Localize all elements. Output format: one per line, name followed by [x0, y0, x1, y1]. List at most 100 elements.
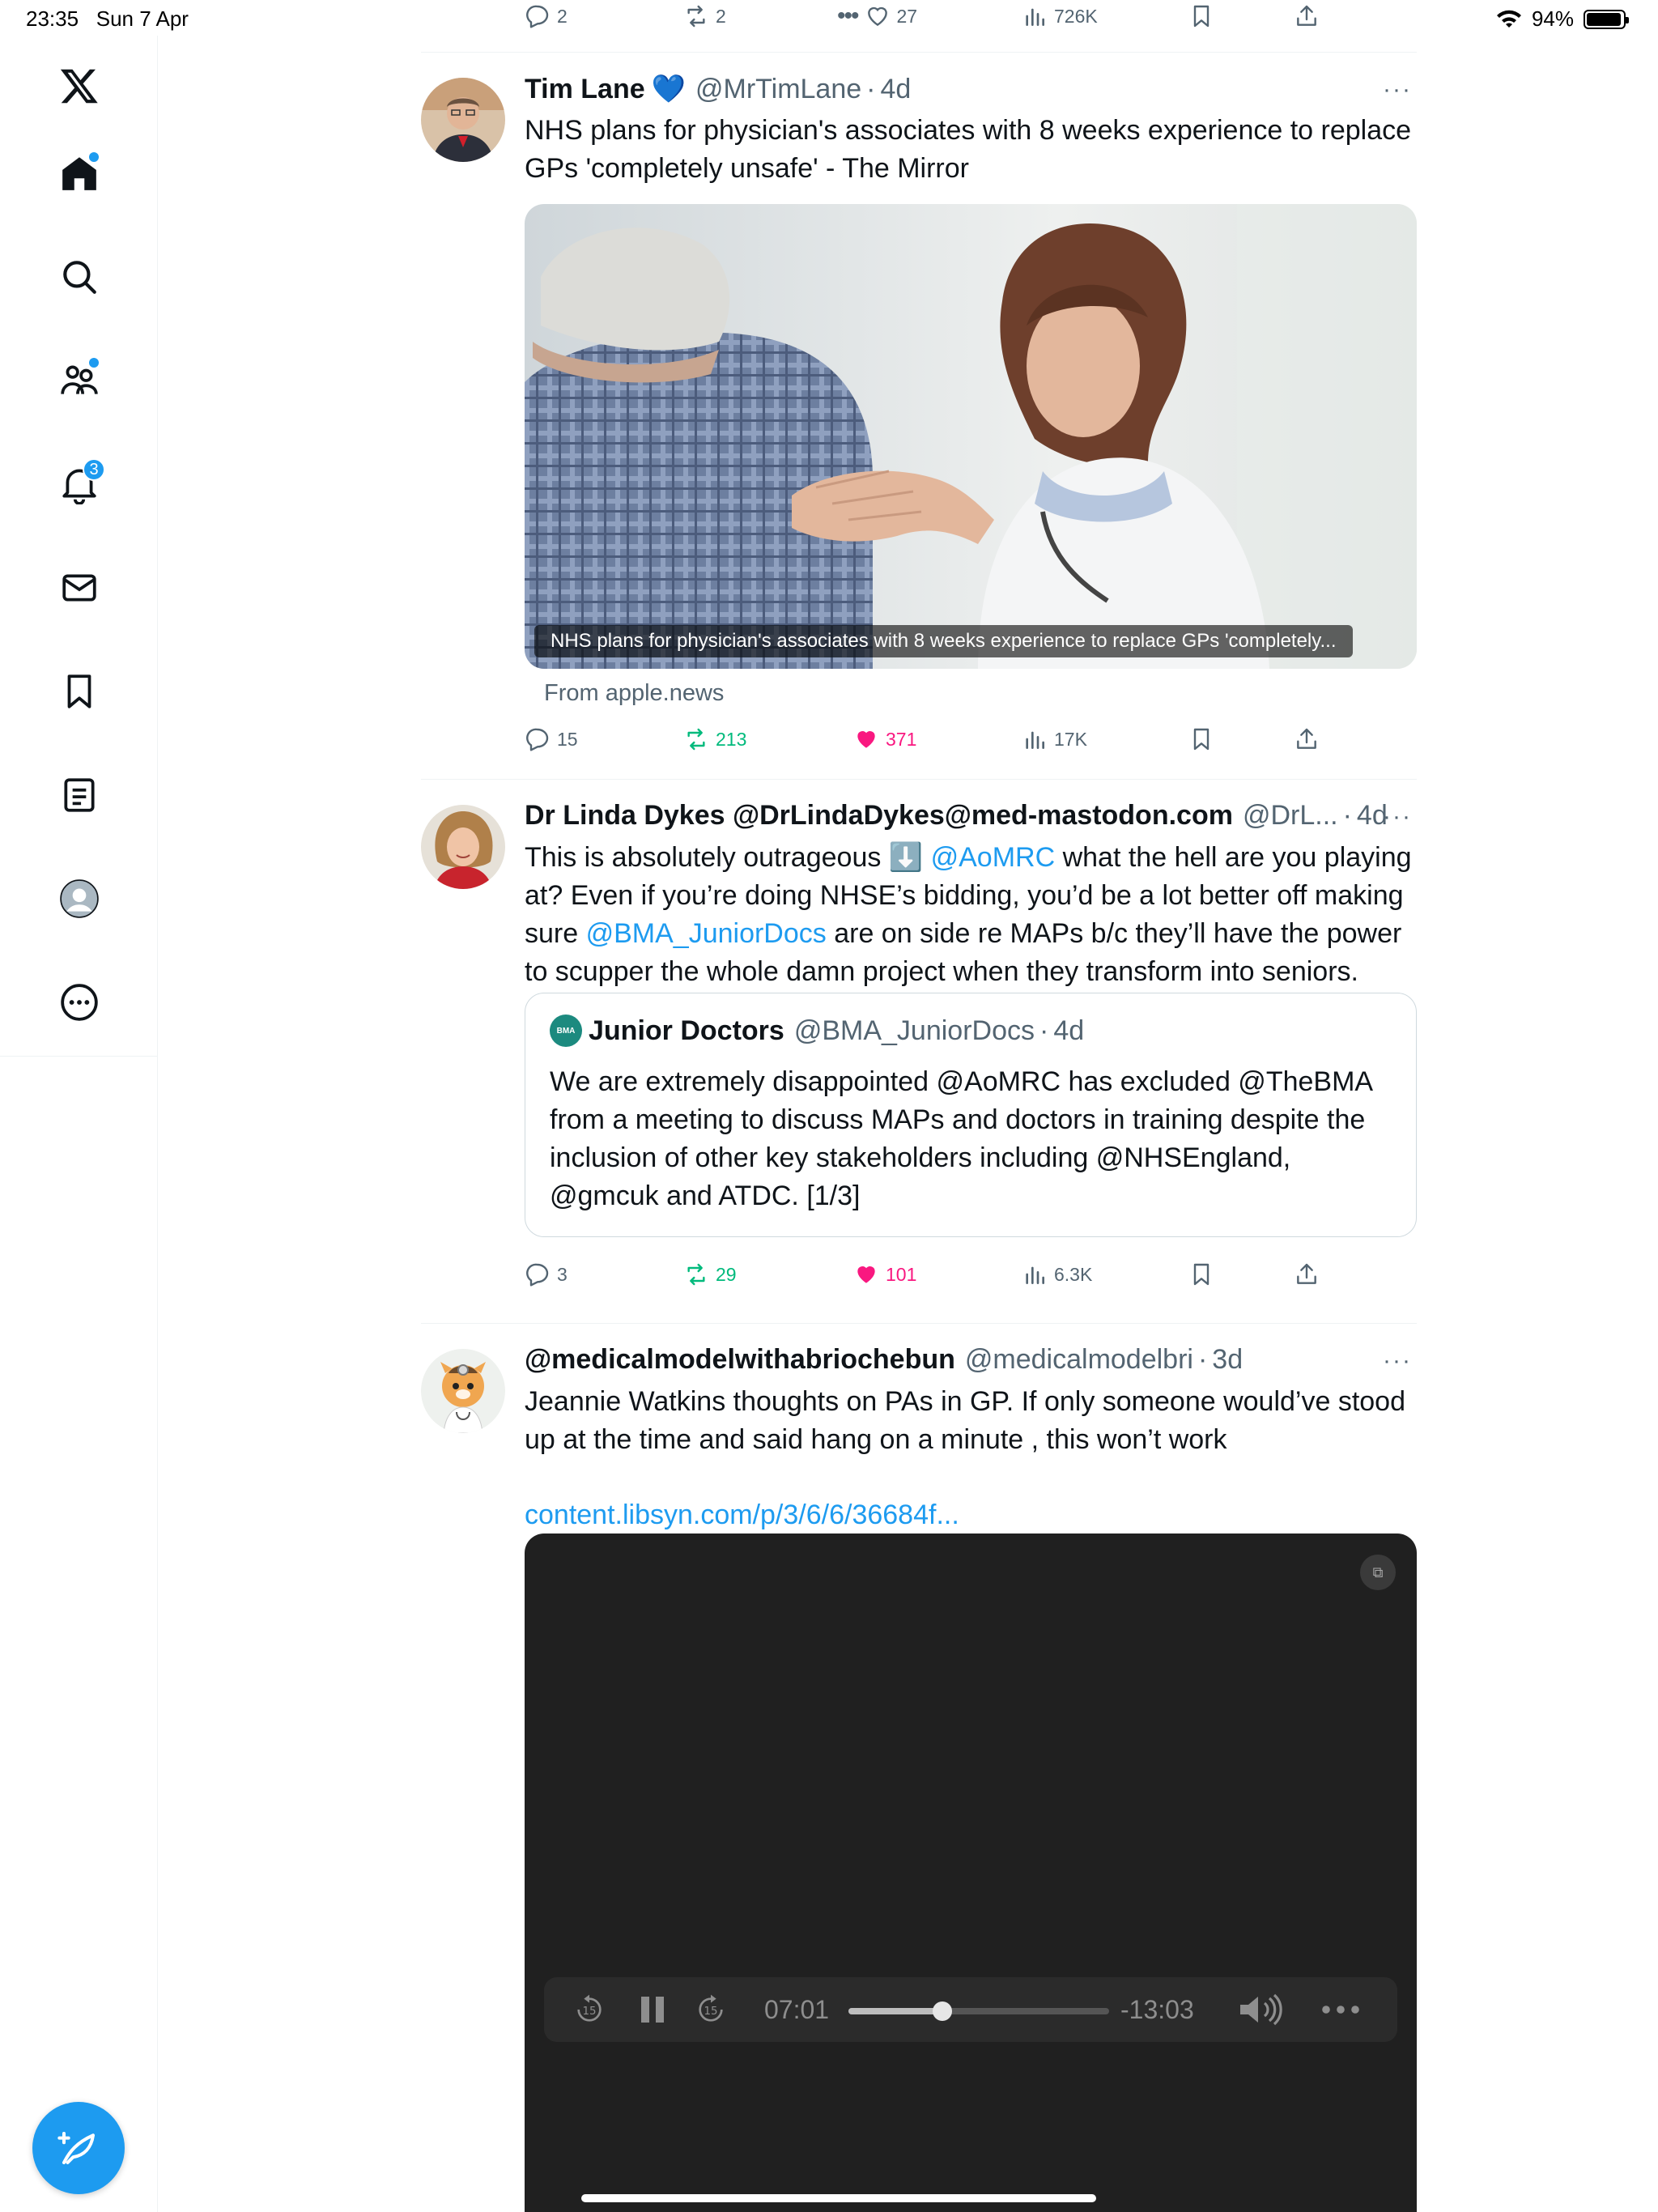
views-button[interactable]: 6.3K — [1022, 1258, 1092, 1291]
progress-knob[interactable] — [932, 2001, 952, 2021]
like-count: 371 — [886, 728, 917, 750]
username[interactable]: @MrTimLane — [695, 74, 861, 105]
reply-button[interactable]: 2 — [525, 0, 568, 32]
repost-count: 2 — [716, 5, 726, 27]
down-arrow-emoji: ⬇️ — [888, 842, 924, 873]
compose-button[interactable] — [32, 2102, 125, 2194]
mention-link[interactable]: @AoMRC — [931, 842, 1056, 873]
views-button[interactable]: 17K — [1022, 723, 1087, 755]
nav-notifications[interactable]: 3 — [50, 455, 108, 513]
battery-icon — [1584, 9, 1629, 29]
tweet-medicalmodel[interactable]: @medicalmodelwithabriochebun @medicalmod… — [421, 1323, 1417, 2212]
card-caption: NHS plans for physician's associates wit… — [534, 625, 1353, 657]
bookmark-icon — [1193, 728, 1209, 751]
like-button[interactable]: ••• 27 — [837, 0, 917, 32]
nav-profile[interactable] — [50, 870, 108, 928]
bookmark-button[interactable] — [1188, 0, 1214, 32]
quote-display-name: Junior Doctors — [589, 1015, 784, 1046]
audio-player[interactable]: ⧉ 15 15 07:01 -13:03 — [525, 1534, 1417, 2212]
avatar[interactable] — [421, 1349, 505, 1433]
repost-button[interactable]: 29 — [683, 1258, 737, 1291]
tweet-linda-dykes[interactable]: Dr Linda Dykes @DrLindaDykes@med-mastodo… — [421, 779, 1417, 1305]
pause-icon — [641, 1997, 664, 2023]
nav-communities[interactable] — [50, 351, 108, 410]
display-name[interactable]: Tim Lane — [525, 74, 645, 105]
nav-lists[interactable] — [50, 766, 108, 824]
mention-link[interactable]: @BMA_JuniorDocs — [586, 918, 827, 949]
quote-text: We are extremely disappointed @AoMRC has… — [550, 1066, 1372, 1211]
heart-filled-icon — [857, 731, 875, 748]
bookmark-button[interactable] — [1188, 723, 1214, 755]
more-options-icon[interactable]: ··· — [1378, 1347, 1417, 1374]
skip-back-button[interactable]: 15 — [573, 1993, 606, 2026]
link-card[interactable]: NHS plans for physician's associates wit… — [525, 204, 1417, 669]
reply-count: 2 — [557, 5, 568, 27]
blue-heart-emoji: 💙 — [651, 74, 686, 104]
home-unread-dot — [89, 152, 99, 162]
heart-filled-icon — [857, 1266, 875, 1283]
pause-button[interactable] — [638, 1993, 667, 2026]
card-source[interactable]: From apple.news — [544, 680, 724, 707]
more-options-icon[interactable]: ··· — [1378, 76, 1417, 103]
volume-button[interactable] — [1237, 1993, 1286, 2026]
sidebar: 3 — [0, 36, 158, 2212]
bma-logo-avatar: BMA — [550, 1015, 582, 1047]
tweet-tim-lane[interactable]: Tim Lane 💙 @MrTimLane · 4d ··· NHS plans… — [421, 52, 1417, 781]
display-name[interactable]: Dr Linda Dykes @DrLindaDykes@med-mastodo… — [525, 800, 1233, 832]
share-button[interactable] — [1294, 1258, 1320, 1291]
quoted-tweet[interactable]: BMA Junior Doctors @BMA_JuniorDocs · 4d … — [525, 993, 1417, 1237]
timestamp[interactable]: 4d — [881, 74, 912, 105]
overflow-dots-icon: ••• — [837, 2, 859, 29]
more-dots-icon — [1322, 2006, 1359, 2014]
previous-tweet-actions: 2 2 ••• 27 726K — [525, 0, 1334, 32]
repost-icon — [687, 728, 705, 751]
views-icon — [1026, 8, 1044, 26]
share-button[interactable] — [1294, 723, 1320, 755]
home-indicator — [581, 2194, 1096, 2202]
card-image — [525, 204, 1417, 669]
volume-icon — [1240, 1993, 1282, 2026]
communities-unread-dot — [89, 358, 99, 368]
nav-search[interactable] — [50, 248, 108, 306]
username[interactable]: @DrL... — [1243, 800, 1338, 832]
lists-icon — [64, 778, 95, 812]
sidebar-divider — [0, 1056, 158, 1057]
compose-feather-icon — [57, 2131, 96, 2165]
share-icon — [1297, 5, 1316, 26]
profile-icon — [60, 879, 99, 918]
nav-messages[interactable] — [50, 559, 108, 617]
repost-button[interactable]: 2 — [683, 0, 726, 32]
nav-bookmarks[interactable] — [50, 662, 108, 721]
clock-date: Sun 7 Apr — [96, 6, 189, 31]
avatar[interactable] — [421, 805, 505, 889]
like-button[interactable]: 371 — [853, 723, 916, 755]
username[interactable]: @medicalmodelbri — [965, 1344, 1193, 1376]
separator: · — [1197, 1344, 1208, 1375]
bookmark-button[interactable] — [1188, 1258, 1214, 1291]
progress-scrubber[interactable] — [848, 2001, 1109, 2021]
bookmark-icon — [1193, 5, 1209, 28]
external-link[interactable]: content.libsyn.com/p/3/6/6/36684f... — [525, 1496, 1417, 1534]
player-controls: 15 15 07:01 -13:03 — [544, 1977, 1397, 2042]
more-options-icon[interactable]: ··· — [1378, 803, 1417, 830]
nav-home[interactable] — [50, 144, 108, 202]
picture-in-picture-icon[interactable]: ⧉ — [1360, 1555, 1396, 1590]
skip-forward-seconds: 15 — [704, 2006, 718, 2018]
timestamp[interactable]: 3d — [1212, 1344, 1243, 1376]
skip-forward-button[interactable]: 15 — [695, 1993, 727, 2026]
nav-more[interactable] — [50, 973, 108, 1032]
display-name[interactable]: @medicalmodelwithabriochebun — [525, 1344, 955, 1376]
share-icon — [1297, 1263, 1316, 1284]
avatar[interactable] — [421, 78, 505, 162]
reply-button[interactable]: 3 — [525, 1258, 568, 1291]
reply-button[interactable]: 15 — [525, 723, 578, 755]
x-logo-icon[interactable] — [50, 57, 108, 115]
share-button[interactable] — [1294, 0, 1320, 32]
player-more-button[interactable] — [1321, 1993, 1360, 2026]
repost-button[interactable]: 213 — [683, 723, 746, 755]
tweet-header: @medicalmodelwithabriochebun @medicalmod… — [525, 1344, 1243, 1380]
like-button[interactable]: 101 — [853, 1258, 916, 1291]
views-button[interactable]: 726K — [1022, 0, 1098, 32]
skip-back-15-icon: 15 — [577, 1994, 602, 2022]
reply-icon — [526, 728, 549, 751]
